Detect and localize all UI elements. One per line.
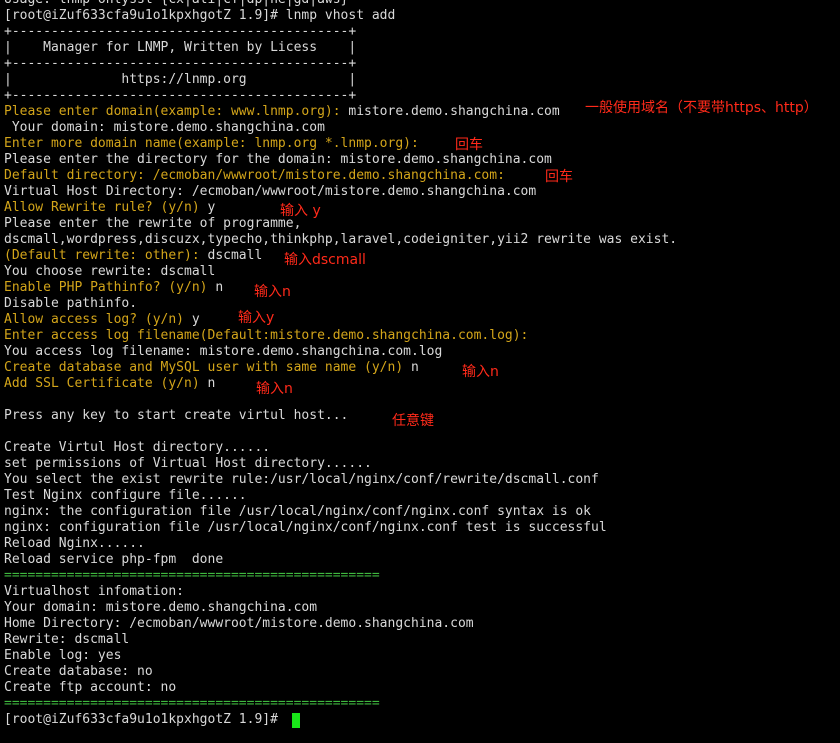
prompt-answer: y	[207, 200, 216, 215]
annotation-any-key: 任意键	[392, 413, 434, 429]
separator-line: ========================================…	[4, 696, 380, 711]
prompt-answer: n	[207, 376, 216, 391]
banner-title: | Manager for LNMP, Written by Licess |	[4, 40, 357, 55]
prompt-domain: Please enter domain(example: www.lnmp.or…	[4, 104, 560, 120]
terminal-window[interactable]: Usage: lnmp onlyssl {cx|ali|cf|dp|he|gd|…	[0, 0, 840, 743]
prompt-answer: dscmall	[207, 248, 263, 263]
prompt-text: Default directory: /ecmoban/wwwroot/mist…	[4, 168, 513, 183]
banner-border: +---------------------------------------…	[4, 56, 357, 71]
prompt-database: Create database and MySQL user with same…	[4, 360, 419, 376]
terminal-line: You choose rewrite: dscmall	[4, 264, 216, 279]
terminal-line: Rewrite: dscmall	[4, 632, 130, 647]
terminal-line: Virtual Host Directory: /ecmoban/wwwroot…	[4, 184, 537, 199]
shell-prompt: [root@iZuf633cfa9u1o1kpxhgotZ 1.9]#	[4, 712, 286, 727]
prompt-default-rewrite: (Default rewrite: other): dscmall	[4, 248, 262, 264]
prompt-text: Enable PHP Pathinfo? (y/n)	[4, 280, 216, 295]
terminal-line: nginx: configuration file /usr/local/ngi…	[4, 520, 607, 535]
prompt-text: Please enter domain(example: www.lnmp.or…	[4, 104, 349, 119]
prompt-answer: n	[411, 360, 419, 375]
terminal-line: Reload service php-fpm done	[4, 552, 224, 567]
terminal-line: Virtualhost infomation:	[4, 584, 185, 599]
terminal-line: Please enter the rewrite of programme,	[4, 216, 302, 231]
prompt-access-log: Allow access log? (y/n) y	[4, 312, 200, 328]
prompt-answer: n	[215, 280, 224, 295]
prompt-text: Create database and MySQL user with same…	[4, 360, 411, 375]
prompt-pathinfo: Enable PHP Pathinfo? (y/n) n	[4, 280, 223, 296]
prompt-text: Enter access log filename(Default:mistor…	[4, 328, 537, 343]
prompt-answer: y	[191, 312, 200, 327]
prompt-rewrite: Allow Rewrite rule? (y/n) y	[4, 200, 215, 216]
annotation-input-y: 输入 y	[280, 203, 321, 219]
prompt-text: Allow access log? (y/n)	[4, 312, 192, 327]
terminal-line: Home Directory: /ecmoban/wwwroot/mistore…	[4, 616, 474, 631]
prompt-text: Allow Rewrite rule? (y/n)	[4, 200, 208, 215]
prompt-default-directory: Default directory: /ecmoban/wwwroot/mist…	[4, 168, 513, 184]
terminal-line: You select the exist rewrite rule:/usr/l…	[4, 472, 599, 487]
terminal-line: Press any key to start create virtul hos…	[4, 408, 349, 423]
annotation-input-n: 输入n	[462, 364, 499, 380]
terminal-line: Create database: no	[4, 664, 153, 679]
prompt-log-filename: Enter access log filename(Default:mistor…	[4, 328, 536, 344]
terminal-line: Reload Nginx......	[4, 536, 145, 551]
banner-url: | https://lnmp.org |	[4, 72, 357, 87]
prompt-more-domain: Enter more domain name(example: lnmp.org…	[4, 136, 427, 152]
prompt-ssl: Add SSL Certificate (y/n) n	[4, 376, 215, 392]
banner-border: +---------------------------------------…	[4, 88, 357, 103]
prompt-text: Enter more domain name(example: lnmp.org…	[4, 136, 427, 151]
terminal-line: You access log filename: mistore.demo.sh…	[4, 344, 443, 359]
annotation-enter-1: 回车	[455, 137, 483, 153]
terminal-line: dscmall,wordpress,discuzx,typecho,thinkp…	[4, 232, 678, 247]
annotation-input-n: 输入n	[256, 381, 293, 397]
prompt-text: (Default rewrite: other):	[4, 248, 208, 263]
annotation-enter-2: 回车	[545, 169, 573, 185]
terminal-line: Create Virtul Host directory......	[4, 440, 271, 455]
terminal-line: Your domain: mistore.demo.shangchina.com	[4, 600, 318, 615]
terminal-cursor[interactable]	[292, 713, 300, 728]
terminal-line: Disable pathinfo.	[4, 296, 138, 311]
prompt-text: Add SSL Certificate (y/n)	[4, 376, 208, 391]
terminal-line: set permissions of Virtual Host director…	[4, 456, 372, 471]
annotation-input-y: 输入y	[238, 310, 275, 326]
terminal-line: Enable log: yes	[4, 648, 122, 663]
banner-border: +---------------------------------------…	[4, 24, 357, 39]
annotation-input-n: 输入n	[254, 284, 291, 300]
terminal-line: Usage: lnmp onlyssl {cx|ali|cf|dp|he|gd|…	[4, 0, 348, 8]
separator-line: ========================================…	[4, 568, 380, 583]
terminal-line: Please enter the directory for the domai…	[4, 152, 552, 167]
terminal-line: Your domain: mistore.demo.shangchina.com	[4, 120, 325, 135]
terminal-line: Create ftp account: no	[4, 680, 177, 695]
terminal-line: Test Nginx configure file......	[4, 488, 247, 503]
annotation-domain-note: 一般使用域名（不要带https、http）	[585, 100, 818, 116]
annotation-input-dscmall: 输入dscmall	[284, 252, 366, 268]
terminal-command-line: [root@iZuf633cfa9u1o1kpxhgotZ 1.9]# lnmp…	[4, 8, 396, 23]
terminal-line: nginx: the configuration file /usr/local…	[4, 504, 591, 519]
prompt-answer: mistore.demo.shangchina.com	[348, 104, 560, 119]
